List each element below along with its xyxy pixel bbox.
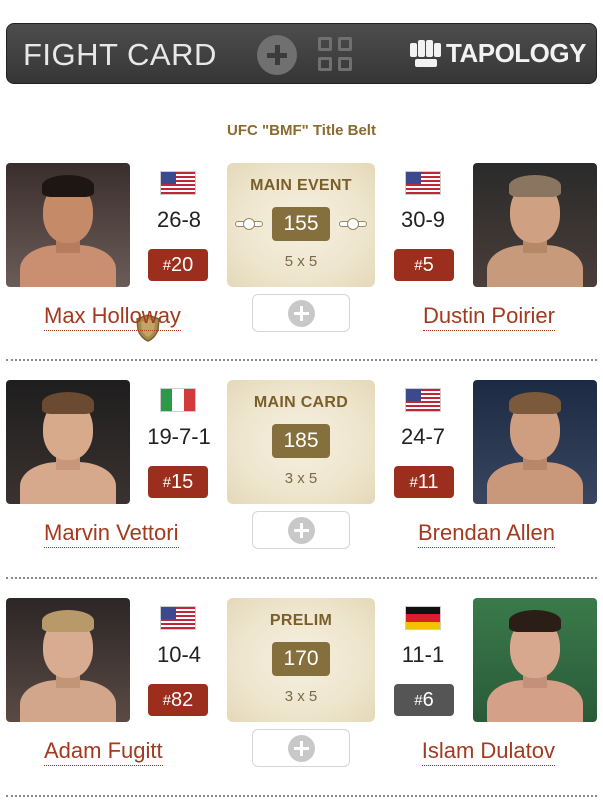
add-icon[interactable] <box>257 35 297 75</box>
fighter-photo-right[interactable] <box>473 380 597 504</box>
fighter-rank-badge: #20 <box>148 249 208 281</box>
weight-class-badge: 155 <box>272 207 330 241</box>
bout-info-box: MAIN EVENT 155 5 x 5 <box>227 163 375 287</box>
fighter-record: 24-7 <box>400 424 446 449</box>
rounds-text: 3 x 5 <box>284 688 318 705</box>
fighter-rank-badge: #82 <box>148 684 208 716</box>
app-header: FIGHT CARD TAPOLOGY <box>6 23 597 84</box>
flag-it-icon <box>160 388 196 412</box>
fighter-rank-badge: #11 <box>394 466 454 498</box>
tapology-logo-text: TAPOLOGY <box>446 38 586 68</box>
add-pick-button[interactable] <box>252 729 350 767</box>
fight-row: 26-8 #20 MAIN EVENT 155 5 x 5 30-9 #5 Ma… <box>0 163 603 379</box>
add-pick-button[interactable] <box>252 511 350 549</box>
rounds-text: 3 x 5 <box>284 470 318 487</box>
fighter-record: 26-8 <box>156 207 202 232</box>
grid-view-icon[interactable] <box>318 37 354 73</box>
fighter-record: 19-7-1 <box>147 424 211 449</box>
weight-class-badge: 170 <box>272 642 330 676</box>
tapology-logo-icon <box>410 40 444 68</box>
flag-us-icon <box>160 606 196 630</box>
fighter-photo-right[interactable] <box>473 163 597 287</box>
fighter-name-link[interactable]: Islam Dulatov <box>421 738 555 766</box>
fighter-name-link[interactable]: Marvin Vettori <box>44 520 179 548</box>
fighter-photo-right[interactable] <box>473 598 597 722</box>
tapology-logo[interactable]: TAPOLOGY <box>410 38 586 70</box>
page-title: FIGHT CARD <box>23 37 217 72</box>
bout-type-label: MAIN EVENT <box>250 177 352 194</box>
belt-title: UFC "BMF" Title Belt <box>227 122 376 139</box>
plus-icon <box>288 735 315 762</box>
fighter-record: 10-4 <box>156 642 202 667</box>
flag-us-icon <box>405 388 441 412</box>
divider <box>6 795 597 797</box>
bout-info-box: PRELIM 170 3 x 5 <box>227 598 375 722</box>
fighter-rank-badge: #6 <box>394 684 454 716</box>
divider <box>6 577 597 579</box>
bout-info-box: MAIN CARD 185 3 x 5 <box>227 380 375 504</box>
divider <box>6 359 597 361</box>
add-pick-button[interactable] <box>252 294 350 332</box>
bout-type-label: PRELIM <box>269 612 333 629</box>
fight-row: 10-4 #82 PRELIM 170 3 x 5 11-1 #6 Adam F… <box>0 598 603 800</box>
fighter-name-link[interactable]: Max Holloway <box>44 303 181 331</box>
fight-row: 19-7-1 #15 MAIN CARD 185 3 x 5 24-7 #11 … <box>0 380 603 596</box>
flag-us-icon <box>160 171 196 195</box>
fighter-name-link[interactable]: Dustin Poirier <box>422 303 555 331</box>
fighter-photo-left[interactable] <box>6 163 130 287</box>
belt-icon <box>235 218 263 230</box>
fighter-name-link[interactable]: Adam Fugitt <box>44 738 163 766</box>
bout-type-label: MAIN CARD <box>253 394 349 411</box>
fighter-rank-badge: #15 <box>148 466 208 498</box>
fighter-photo-left[interactable] <box>6 380 130 504</box>
fighter-name-link[interactable]: Brendan Allen <box>418 520 555 548</box>
belt-icon <box>339 218 367 230</box>
weight-class-badge: 185 <box>272 424 330 458</box>
rounds-text: 5 x 5 <box>284 253 318 270</box>
fighter-rank-badge: #5 <box>394 249 454 281</box>
fighter-photo-left[interactable] <box>6 598 130 722</box>
fighter-record: 30-9 <box>400 207 446 232</box>
flag-de-icon <box>405 606 441 630</box>
fighter-record: 11-1 <box>401 642 445 667</box>
plus-icon <box>288 517 315 544</box>
flag-us-icon <box>405 171 441 195</box>
plus-icon <box>288 300 315 327</box>
